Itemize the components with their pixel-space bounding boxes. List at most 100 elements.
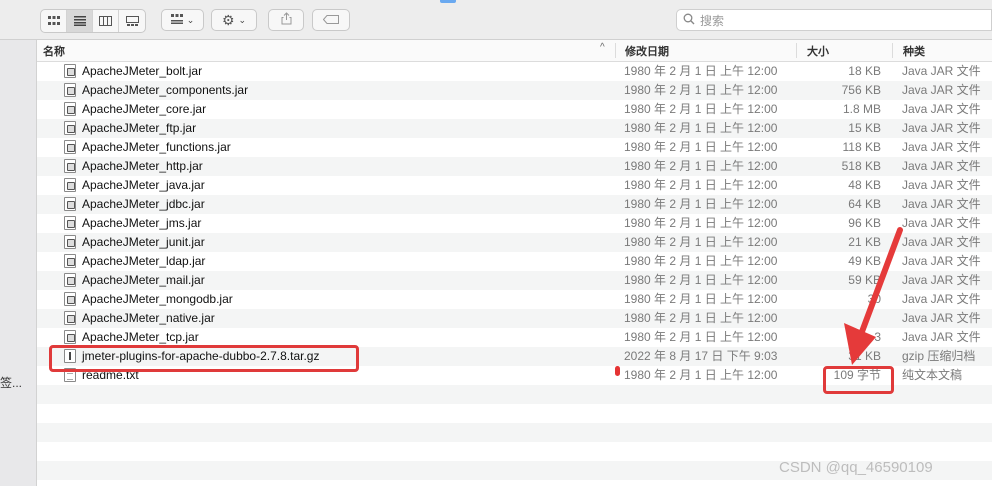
file-size: 756 KB xyxy=(841,83,881,97)
file-name[interactable]: ApacheJMeter_bolt.jar xyxy=(82,62,202,81)
file-name[interactable]: ApacheJMeter_native.jar xyxy=(82,309,215,328)
file-name[interactable]: ApacheJMeter_mongodb.jar xyxy=(82,290,233,309)
jar-file-icon xyxy=(64,178,76,192)
action-button[interactable]: ⚙ ⌄ xyxy=(211,9,257,31)
file-size: 518 KB xyxy=(841,159,881,173)
red-marker xyxy=(615,366,620,376)
jar-file-icon xyxy=(64,197,76,211)
share-icon xyxy=(281,12,292,28)
file-name[interactable]: ApacheJMeter_ldap.jar xyxy=(82,252,205,271)
highlight-box-filename xyxy=(49,345,359,372)
jar-file-icon xyxy=(64,292,76,306)
file-size: 48 KB xyxy=(848,178,881,192)
file-row[interactable]: ApacheJMeter_core.jar 1980 年 2 月 1 日 上午 1… xyxy=(37,100,992,119)
file-date: 1980 年 2 月 1 日 上午 12:00 xyxy=(624,273,778,287)
file-date: 1980 年 2 月 1 日 上午 12:00 xyxy=(624,102,778,116)
share-button[interactable] xyxy=(268,9,304,31)
gear-icon: ⚙ xyxy=(221,11,235,28)
file-kind: Java JAR 文件 xyxy=(902,140,981,154)
file-date: 1980 年 2 月 1 日 上午 12:00 xyxy=(624,216,778,230)
file-name[interactable]: ApacheJMeter_http.jar xyxy=(82,157,203,176)
empty-row xyxy=(37,404,992,423)
file-name[interactable]: ApacheJMeter_jms.jar xyxy=(82,214,201,233)
file-kind: Java JAR 文件 xyxy=(902,330,981,344)
file-kind: Java JAR 文件 xyxy=(902,64,981,78)
column-view-icon[interactable] xyxy=(93,10,119,32)
file-name[interactable]: ApacheJMeter_mail.jar xyxy=(82,271,205,290)
file-row[interactable]: ApacheJMeter_jdbc.jar 1980 年 2 月 1 日 上午 1… xyxy=(37,195,992,214)
jar-file-icon xyxy=(64,311,76,325)
view-mode-group xyxy=(40,9,146,33)
file-date: 2022 年 8 月 17 日 下午 9:03 xyxy=(624,349,778,363)
finder-toolbar: ⌄ ⚙ ⌄ 搜索 xyxy=(0,0,992,40)
file-kind: Java JAR 文件 xyxy=(902,102,981,116)
file-row[interactable]: ApacheJMeter_functions.jar 1980 年 2 月 1 日… xyxy=(37,138,992,157)
file-date: 1980 年 2 月 1 日 上午 12:00 xyxy=(624,254,778,268)
group-by-button[interactable]: ⌄ xyxy=(161,9,204,31)
search-placeholder: 搜索 xyxy=(700,13,725,28)
file-name[interactable]: ApacheJMeter_java.jar xyxy=(82,176,205,195)
column-date-header[interactable]: 修改日期 xyxy=(625,43,669,59)
file-row[interactable]: ApacheJMeter_bolt.jar 1980 年 2 月 1 日 上午 1… xyxy=(37,62,992,81)
file-kind: Java JAR 文件 xyxy=(902,197,981,211)
jar-file-icon xyxy=(64,330,76,344)
file-size: 64 KB xyxy=(848,197,881,211)
column-divider[interactable] xyxy=(892,43,893,58)
jar-file-icon xyxy=(64,216,76,230)
file-name[interactable]: ApacheJMeter_components.jar xyxy=(82,81,248,100)
file-date: 1980 年 2 月 1 日 上午 12:00 xyxy=(624,292,778,306)
group-by-icon xyxy=(170,13,183,27)
red-arrow-icon xyxy=(844,227,903,365)
file-name[interactable]: ApacheJMeter_functions.jar xyxy=(82,138,231,157)
file-date: 1980 年 2 月 1 日 上午 12:00 xyxy=(624,83,778,97)
jar-file-icon xyxy=(64,273,76,287)
tag-button[interactable] xyxy=(312,9,350,31)
file-date: 1980 年 2 月 1 日 上午 12:00 xyxy=(624,311,778,325)
file-date: 1980 年 2 月 1 日 上午 12:00 xyxy=(624,121,778,135)
column-header: 名称 ^ 修改日期 大小 种类 xyxy=(37,40,992,62)
jar-file-icon xyxy=(64,235,76,249)
watermark: CSDN @qq_46590109 xyxy=(779,459,933,476)
file-name[interactable]: ApacheJMeter_junit.jar xyxy=(82,233,205,252)
column-name-header[interactable]: 名称 xyxy=(43,43,65,59)
column-size-header[interactable]: 大小 xyxy=(807,43,829,59)
file-kind: Java JAR 文件 xyxy=(902,273,981,287)
search-input[interactable]: 搜索 xyxy=(676,9,992,31)
file-kind: Java JAR 文件 xyxy=(902,254,981,268)
file-row[interactable]: ApacheJMeter_http.jar 1980 年 2 月 1 日 上午 1… xyxy=(37,157,992,176)
file-row[interactable]: ApacheJMeter_ftp.jar 1980 年 2 月 1 日 上午 12… xyxy=(37,119,992,138)
file-date: 1980 年 2 月 1 日 上午 12:00 xyxy=(624,140,778,154)
file-name[interactable]: ApacheJMeter_ftp.jar xyxy=(82,119,196,138)
file-kind: Java JAR 文件 xyxy=(902,178,981,192)
column-kind-header[interactable]: 种类 xyxy=(903,43,925,59)
file-kind: Java JAR 文件 xyxy=(902,121,981,135)
file-kind: Java JAR 文件 xyxy=(902,83,981,97)
file-kind: Java JAR 文件 xyxy=(902,216,981,230)
file-date: 1980 年 2 月 1 日 上午 12:00 xyxy=(624,368,778,382)
highlight-box-size xyxy=(823,366,894,394)
file-kind: Java JAR 文件 xyxy=(902,311,981,325)
chevron-down-icon: ⌄ xyxy=(186,14,195,25)
file-name[interactable]: ApacheJMeter_core.jar xyxy=(82,100,206,119)
jar-file-icon xyxy=(64,83,76,97)
file-date: 1980 年 2 月 1 日 上午 12:00 xyxy=(624,178,778,192)
file-name[interactable]: ApacheJMeter_jdbc.jar xyxy=(82,195,205,214)
file-date: 1980 年 2 月 1 日 上午 12:00 xyxy=(624,159,778,173)
empty-row xyxy=(37,423,992,442)
file-kind: Java JAR 文件 xyxy=(902,292,981,306)
file-date: 1980 年 2 月 1 日 上午 12:00 xyxy=(624,197,778,211)
file-date: 1980 年 2 月 1 日 上午 12:00 xyxy=(624,330,778,344)
file-row[interactable]: ApacheJMeter_java.jar 1980 年 2 月 1 日 上午 1… xyxy=(37,176,992,195)
gallery-view-icon[interactable] xyxy=(119,10,145,32)
column-divider[interactable] xyxy=(615,43,616,58)
sidebar: 签... xyxy=(0,40,37,486)
file-date: 1980 年 2 月 1 日 上午 12:00 xyxy=(624,64,778,78)
file-row[interactable]: ApacheJMeter_components.jar 1980 年 2 月 1 … xyxy=(37,81,992,100)
list-view-icon[interactable] xyxy=(67,10,93,32)
column-divider[interactable] xyxy=(796,43,797,58)
search-icon xyxy=(683,13,695,28)
jar-file-icon xyxy=(64,159,76,173)
icon-view-icon[interactable] xyxy=(41,10,67,32)
sidebar-item-fragment[interactable]: 签... xyxy=(0,374,22,391)
file-kind: Java JAR 文件 xyxy=(902,235,981,249)
